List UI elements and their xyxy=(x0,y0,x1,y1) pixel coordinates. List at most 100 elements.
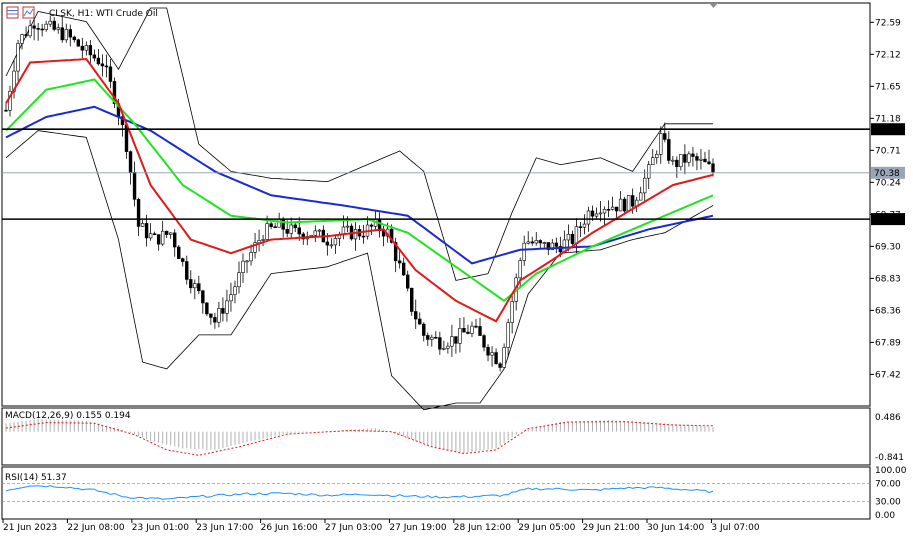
candle-body xyxy=(486,346,490,356)
time-tick-label: 28 Jun 12:00 xyxy=(454,523,511,533)
candle-body xyxy=(530,241,534,244)
time-tick-label: 27 Jun 19:00 xyxy=(389,523,446,533)
candle-body xyxy=(490,352,494,356)
rsi-line xyxy=(5,485,714,500)
candle-body xyxy=(273,226,277,228)
price-tick-label: 68.83 xyxy=(875,274,901,284)
candle-body xyxy=(518,260,522,279)
candle-body xyxy=(679,154,683,167)
candle-body xyxy=(353,229,358,240)
candle-body xyxy=(160,230,165,245)
price-tick-label: 68.36 xyxy=(875,306,901,316)
candle-body xyxy=(598,212,603,215)
candle-body xyxy=(454,336,458,344)
candle-body xyxy=(333,238,338,246)
candle-body xyxy=(618,198,623,212)
candle-body xyxy=(663,133,667,140)
candle-body xyxy=(293,224,297,229)
candle-body xyxy=(261,239,265,241)
candle-body xyxy=(691,153,695,157)
candle-body xyxy=(164,230,169,235)
candle-body xyxy=(205,302,209,315)
time-tick-label: 22 Jun 08:00 xyxy=(67,523,124,533)
price-tick-label: 72.59 xyxy=(875,18,901,28)
candle-body xyxy=(140,223,145,227)
candle-body xyxy=(345,225,350,228)
candle-body xyxy=(602,208,607,214)
candle-body xyxy=(526,241,530,244)
candle-body xyxy=(699,158,703,161)
candle-body xyxy=(132,172,137,200)
candle-body xyxy=(185,261,189,280)
candle-body xyxy=(56,27,60,30)
candle-body xyxy=(40,28,44,31)
candle-body xyxy=(570,233,575,244)
candle-body xyxy=(148,233,153,239)
price-panel-frame xyxy=(1,2,871,407)
candle-body xyxy=(438,337,442,350)
candle-body xyxy=(498,363,502,368)
candle-body xyxy=(225,300,229,314)
candle-body xyxy=(209,313,213,318)
chart-title: CLSK, H1: WTI Crude Oil xyxy=(49,9,158,19)
candle-body xyxy=(695,156,699,161)
candle-body xyxy=(297,227,301,235)
candle-body xyxy=(426,335,430,340)
indicator-icon[interactable] xyxy=(22,6,35,19)
candle-body xyxy=(369,224,374,227)
candle-body xyxy=(173,232,177,248)
time-tick-label: 3 Jul 07:00 xyxy=(711,523,760,533)
price-tick-label: 69.30 xyxy=(875,242,901,252)
price-tick-label: 70.71 xyxy=(875,146,901,156)
scroll-marker-icon[interactable] xyxy=(709,3,718,8)
candle-body xyxy=(474,325,478,328)
candle-body xyxy=(574,226,579,244)
trading-chart[interactable]: CLSK, H1: WTI Crude Oil MACD(12,26,9) 0.… xyxy=(0,0,913,538)
ma-mid-line xyxy=(5,78,714,303)
macd-title: MACD(12,26,9) 0.155 0.194 xyxy=(5,411,131,421)
candle-body xyxy=(450,336,454,347)
candle-body xyxy=(289,224,293,234)
candle-body xyxy=(88,45,93,56)
candle-body xyxy=(156,234,161,245)
candle-body xyxy=(72,36,76,41)
time-tick-label: 29 Jun 21:00 xyxy=(583,523,640,533)
candle-body xyxy=(20,34,24,44)
price-tick-label: 70.24 xyxy=(875,178,901,188)
candle-body xyxy=(638,192,643,201)
candle-body xyxy=(442,347,446,350)
candle-body xyxy=(269,223,273,227)
time-tick-label: 30 Jun 14:00 xyxy=(647,523,704,533)
candle-body xyxy=(152,233,157,236)
candle-body xyxy=(96,57,101,65)
price-tick-label: 71.18 xyxy=(875,114,901,124)
candle-body xyxy=(64,29,68,41)
candle-body xyxy=(614,206,619,212)
candle-body xyxy=(470,325,474,334)
candle-body xyxy=(189,279,193,289)
candle-body xyxy=(36,28,40,30)
price-tick-label: 67.42 xyxy=(875,370,901,380)
rsi-panel-frame xyxy=(1,466,871,520)
candle-body xyxy=(711,163,715,173)
candle-body xyxy=(201,290,205,304)
time-tick-label: 29 Jun 05:00 xyxy=(518,523,575,533)
candle-body xyxy=(397,260,402,264)
candle-body xyxy=(233,286,237,295)
candle-body xyxy=(538,240,542,244)
price-tick-label: 72.12 xyxy=(875,50,901,60)
candle-body xyxy=(177,246,181,259)
candle-body xyxy=(84,45,89,51)
candle-body xyxy=(542,242,546,244)
macd-plot xyxy=(5,418,714,456)
grid-icon[interactable] xyxy=(6,6,19,19)
candle-body xyxy=(510,301,514,323)
candle-body xyxy=(317,229,322,232)
candle-body xyxy=(478,326,482,336)
candle-body xyxy=(582,223,587,228)
candle-body xyxy=(128,151,133,173)
candle-body xyxy=(502,347,506,368)
candle-body xyxy=(703,158,707,163)
candle-body xyxy=(48,20,52,25)
last-price-tag: 70.38 xyxy=(874,169,900,179)
